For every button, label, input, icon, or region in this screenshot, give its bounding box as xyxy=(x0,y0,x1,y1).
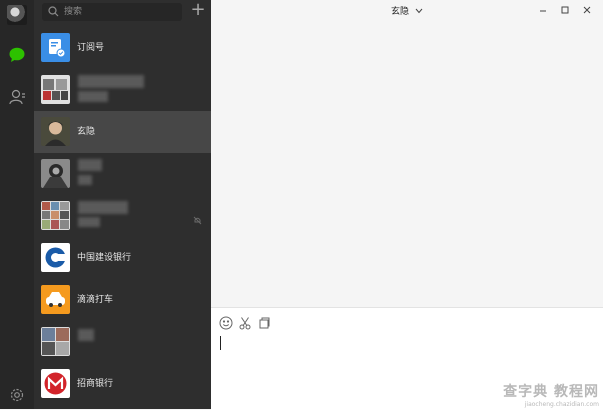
screenshot-scissors-icon[interactable] xyxy=(238,315,252,330)
minimize-icon[interactable] xyxy=(537,5,549,17)
maximize-icon[interactable] xyxy=(559,5,571,17)
conversation-item[interactable]: 滴滴打车 xyxy=(34,279,211,321)
bank-logo-avatar xyxy=(41,243,70,272)
contact-avatar xyxy=(41,159,70,188)
chevron-down-icon[interactable] xyxy=(415,0,423,24)
conversation-name: 招商银行 xyxy=(77,379,114,389)
chat-panel: 玄隐 查字典 教程网 jiaocheng.chazidian.com xyxy=(211,0,603,410)
chat-title: 玄隐 xyxy=(390,7,409,17)
bank-logo-avatar xyxy=(41,369,70,398)
conversation-item[interactable] xyxy=(34,321,211,363)
close-icon[interactable] xyxy=(581,5,593,17)
app-logo-avatar xyxy=(41,285,70,314)
settings-icon[interactable] xyxy=(5,383,29,407)
search-icon xyxy=(48,6,59,24)
message-input-area[interactable]: 查字典 教程网 jiaocheng.chazidian.com xyxy=(211,307,603,410)
conversation-item[interactable]: 招商银行 xyxy=(34,363,211,405)
conversation-list: 搜索 + 订阅号 玄隐 中国建设银行 滴滴打车 招商银行 xyxy=(34,0,211,409)
mute-bell-icon xyxy=(193,210,202,229)
group-avatar xyxy=(41,201,70,230)
chat-icon[interactable] xyxy=(5,43,29,67)
text-caret xyxy=(220,336,221,350)
watermark: 查字典 教程网 jiaocheng.chazidian.com xyxy=(503,384,599,408)
conversation-item[interactable]: 中国建设银行 xyxy=(34,237,211,279)
conversation-name: 订阅号 xyxy=(77,43,105,53)
conversation-name: 玄隐 xyxy=(77,127,96,137)
conversation-item[interactable] xyxy=(34,153,211,195)
conversation-item[interactable] xyxy=(34,69,211,111)
conversation-name: 滴滴打车 xyxy=(77,295,114,305)
search-input[interactable]: 搜索 xyxy=(42,3,182,21)
subscription-avatar xyxy=(41,33,70,62)
conversation-item[interactable] xyxy=(34,195,211,237)
conversation-item[interactable]: 订阅号 xyxy=(34,27,211,69)
search-placeholder: 搜索 xyxy=(64,7,83,17)
file-icon[interactable] xyxy=(257,315,271,329)
conversation-name: 中国建设银行 xyxy=(77,253,132,263)
user-avatar[interactable] xyxy=(7,5,27,25)
group-avatar xyxy=(41,75,70,104)
nav-rail xyxy=(0,0,34,409)
add-chat-button[interactable]: + xyxy=(190,1,206,19)
group-avatar xyxy=(41,327,70,356)
emoji-icon[interactable] xyxy=(219,315,233,330)
conversation-item-selected[interactable]: 玄隐 xyxy=(34,111,211,153)
contact-avatar xyxy=(41,117,70,146)
contacts-icon[interactable] xyxy=(5,85,29,109)
